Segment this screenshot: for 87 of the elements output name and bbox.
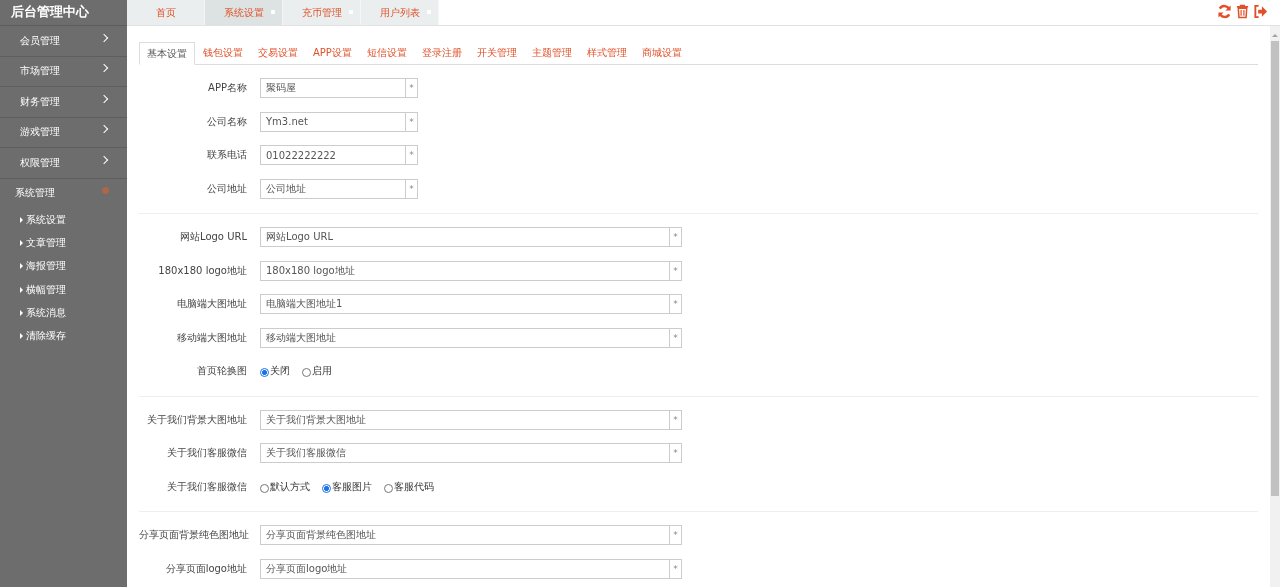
radio-option[interactable]: 启用 — [302, 364, 332, 378]
required-addon: * — [669, 525, 682, 545]
radio-option[interactable]: 客服图片 — [322, 479, 372, 494]
radio-label: 关闭 — [270, 364, 290, 378]
expanded-indicator-icon — [102, 186, 109, 194]
menu-item[interactable]: 会员管理 — [0, 26, 127, 57]
field-label: 分享页面背景纯色图地址 — [139, 528, 250, 542]
field-label: 电脑端大图地址 — [176, 297, 248, 311]
field-label: 关于我们客服微信 — [166, 479, 248, 494]
page-tab[interactable]: 系统设置 — [205, 0, 283, 25]
radio-label: 默认方式 — [270, 479, 310, 494]
radio-label: 启用 — [312, 364, 332, 378]
input-field[interactable]: 移动端大图地址 — [260, 327, 669, 348]
trash-icon[interactable] — [1235, 4, 1250, 19]
field-label: 移动端大图地址 — [176, 330, 248, 345]
menu-item[interactable]: 系统管理 — [0, 178, 127, 208]
refresh-icon[interactable] — [1217, 4, 1232, 19]
caret-icon — [20, 309, 23, 316]
submenu-item[interactable]: 文章管理 — [0, 231, 127, 255]
settings-tab[interactable]: 登录注册 — [414, 42, 469, 64]
input-field[interactable]: Ym3.net — [260, 111, 405, 132]
settings-tab[interactable]: 主题管理 — [524, 42, 579, 64]
submenu-item[interactable]: 清除缓存 — [0, 324, 127, 348]
settings-tab[interactable]: 交易设置 — [251, 42, 305, 64]
input-field[interactable]: 分享页面背景纯色图地址 — [260, 525, 669, 545]
page-tab[interactable]: 首页 — [127, 0, 205, 25]
input-field[interactable]: 关于我们背景大图地址 — [260, 409, 669, 430]
input-field[interactable]: 01022222222 — [260, 145, 405, 165]
field-label: 公司地址 — [206, 181, 248, 196]
menu-item[interactable]: 市场管理 — [0, 56, 127, 87]
caret-icon — [20, 239, 23, 246]
required-addon: * — [405, 145, 418, 165]
caret-icon — [20, 216, 23, 223]
required-addon: * — [669, 294, 682, 314]
required-addon: * — [405, 78, 418, 98]
menu-item[interactable]: 财务管理 — [0, 87, 127, 118]
radio-button[interactable] — [322, 483, 331, 493]
settings-tab[interactable]: 钱包设置 — [196, 42, 250, 64]
field-label: 关于我们背景大图地址 — [146, 412, 248, 427]
submenu-item[interactable]: 横幅管理 — [0, 277, 127, 302]
settings-tab[interactable]: 基本设置 — [139, 42, 195, 65]
input-field[interactable]: 网站Logo URL — [260, 227, 669, 247]
menu-item[interactable]: 游戏管理 — [0, 117, 127, 148]
required-addon: * — [669, 227, 682, 247]
input-field[interactable]: 聚码屋 — [260, 78, 405, 98]
settings-tab[interactable]: 样式管理 — [579, 42, 634, 64]
field-label: 联系电话 — [206, 148, 248, 162]
caret-icon — [20, 333, 23, 340]
field-label: 180x180 logo地址 — [157, 263, 248, 278]
field-label: 分享页面logo地址 — [164, 561, 248, 576]
radio-option[interactable]: 关闭 — [260, 364, 290, 378]
required-addon: * — [669, 409, 682, 430]
radio-label: 客服图片 — [332, 479, 372, 494]
radio-label: 客服代码 — [394, 479, 434, 494]
required-addon: * — [669, 260, 682, 281]
field-label: APP名称 — [207, 81, 248, 95]
settings-tab[interactable]: 商城设置 — [634, 42, 689, 64]
menu-item[interactable]: 权限管理 — [0, 148, 127, 179]
caret-icon — [20, 286, 23, 293]
required-addon: * — [669, 443, 682, 463]
required-addon: * — [405, 178, 418, 199]
caret-icon — [20, 263, 23, 270]
scrollbar[interactable] — [1270, 26, 1280, 587]
settings-tab[interactable]: 短信设置 — [359, 42, 414, 64]
submenu-item[interactable]: 系统设置 — [0, 208, 127, 232]
input-field[interactable]: 电脑端大图地址1 — [260, 294, 669, 314]
radio-option[interactable]: 默认方式 — [260, 479, 310, 494]
submenu-item[interactable]: 海报管理 — [0, 254, 127, 278]
field-label: 公司名称 — [206, 114, 248, 129]
required-addon: * — [405, 111, 418, 132]
settings-tab[interactable]: APP设置 — [306, 42, 359, 64]
required-addon: * — [669, 558, 682, 579]
submenu-item[interactable]: 系统消息 — [0, 301, 127, 325]
input-field[interactable]: 分享页面logo地址 — [260, 558, 669, 579]
field-label: 关于我们客服微信 — [166, 446, 248, 460]
page-tab[interactable]: 用户列表 — [361, 0, 439, 25]
radio-button[interactable] — [260, 368, 269, 377]
input-field[interactable]: 关于我们客服微信 — [260, 443, 669, 463]
radio-option[interactable]: 客服代码 — [384, 479, 434, 494]
field-label: 首页轮换图 — [196, 364, 248, 378]
settings-tab[interactable]: 开关管理 — [469, 42, 524, 64]
logout-icon[interactable] — [1253, 4, 1268, 19]
required-addon: * — [669, 327, 682, 348]
input-field[interactable]: 公司地址 — [260, 178, 405, 199]
input-field[interactable]: 180x180 logo地址 — [260, 260, 669, 281]
field-label: 网站Logo URL — [179, 230, 248, 244]
page-tab[interactable]: 充币管理 — [283, 0, 361, 25]
